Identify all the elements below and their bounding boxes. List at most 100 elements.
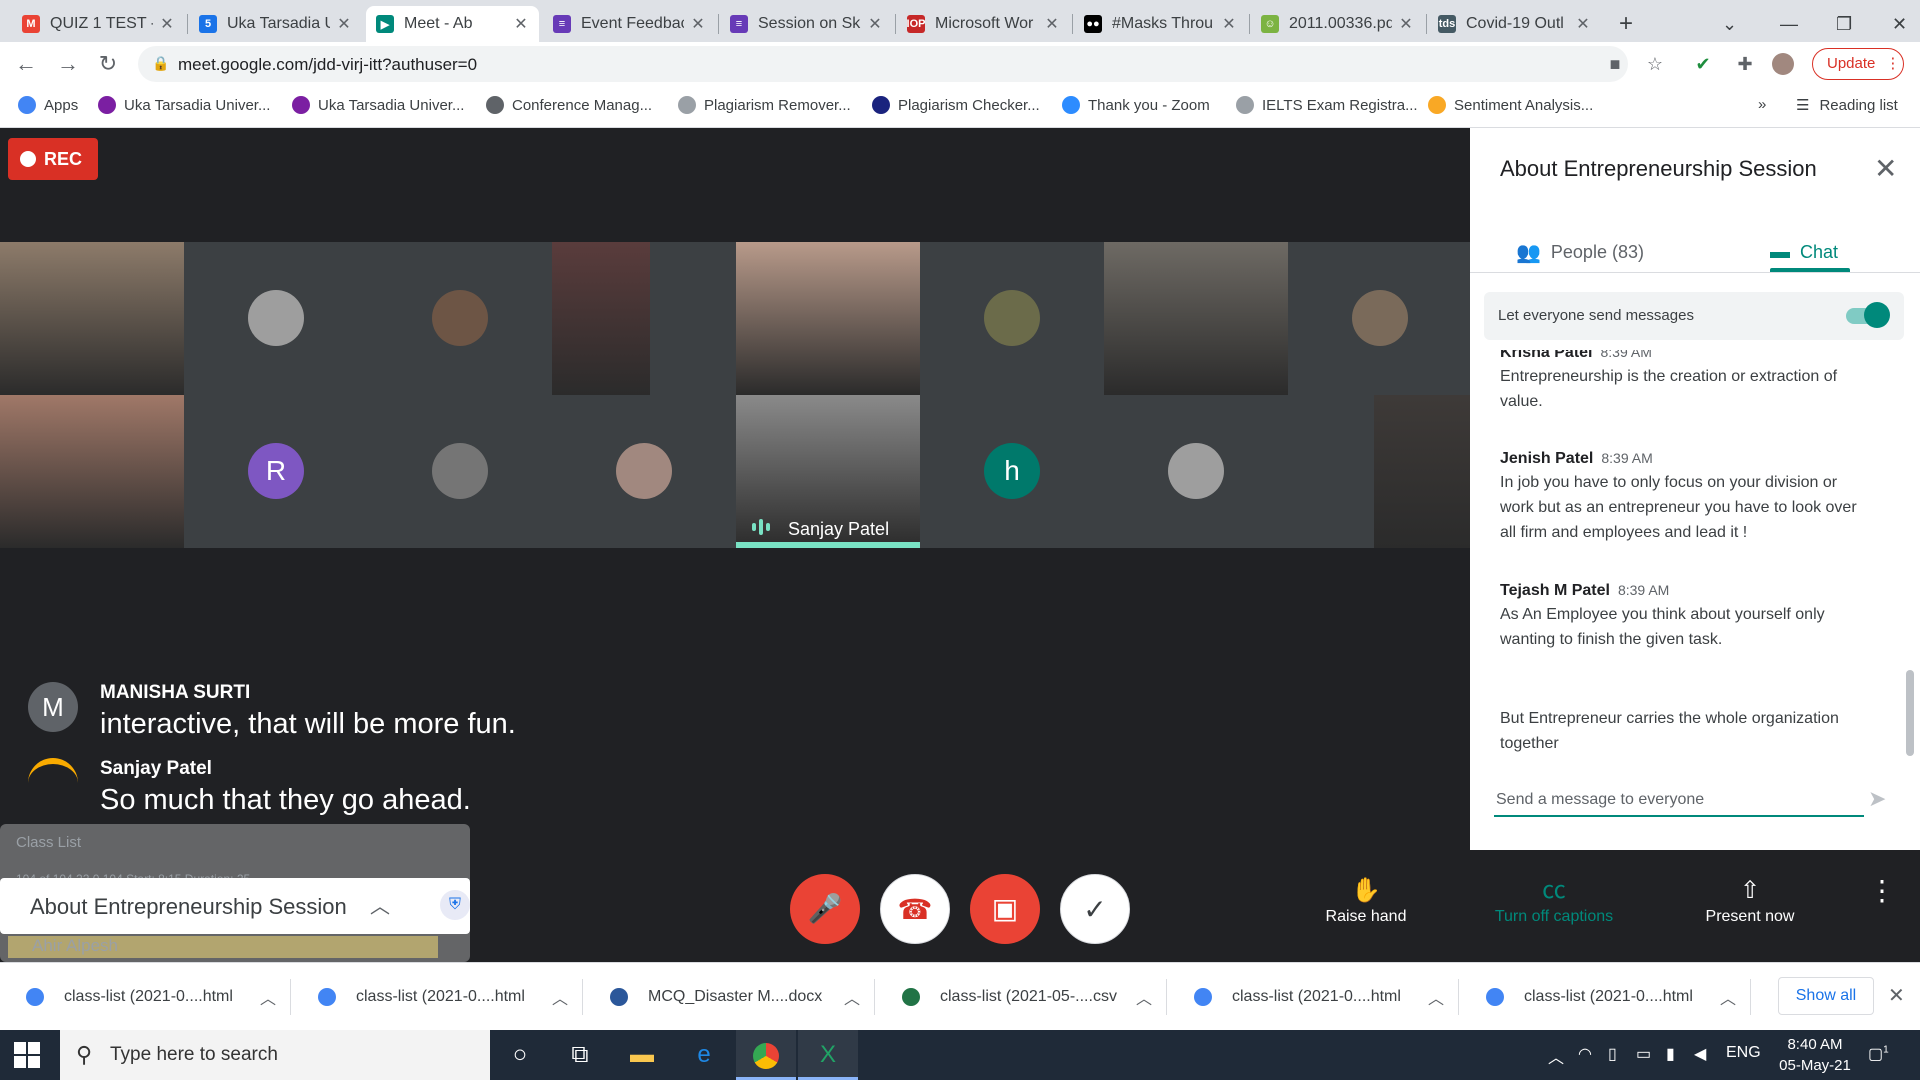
close-icon[interactable]: ✕ (690, 14, 706, 34)
bookmark-item[interactable]: Thank you - Zoom (1062, 96, 1210, 114)
chevron-up-icon[interactable]: ︿ (1720, 985, 1750, 1009)
participant-tile[interactable]: h (920, 395, 1104, 548)
close-icon[interactable]: ✕ (1575, 14, 1591, 34)
participant-tile[interactable] (0, 242, 184, 395)
chevron-up-icon[interactable]: ︿ (1428, 985, 1458, 1009)
browser-tab[interactable]: ≡ Event Feedbac ✕ (543, 6, 716, 42)
bookmark-item[interactable]: Uka Tarsadia Univer... (98, 96, 270, 114)
device-icon[interactable]: ▯ (1608, 1044, 1617, 1064)
shield-icon[interactable]: ⛨ (440, 890, 470, 920)
bookmark-item[interactable]: Uka Tarsadia Univer... (292, 96, 464, 114)
class-list-title[interactable]: Class List (16, 834, 81, 851)
close-icon[interactable]: ✕ (1888, 983, 1905, 1008)
show-all-button[interactable]: Show all (1778, 977, 1874, 1015)
close-icon[interactable]: ✕ (513, 14, 529, 34)
bookmark-item[interactable]: Plagiarism Remover... (678, 96, 851, 114)
participant-tile[interactable] (0, 395, 184, 548)
more-options-icon[interactable]: ⋮ (1800, 874, 1920, 907)
browser-tab[interactable]: IOP Microsoft Wor ✕ (897, 6, 1070, 42)
close-icon[interactable]: ✕ (1044, 14, 1060, 34)
browser-tab[interactable]: ≡ Session on Ski ✕ (720, 6, 893, 42)
extensions-puzzle-icon[interactable]: ✚ (1734, 53, 1756, 75)
bookmarks-overflow-icon[interactable]: » (1758, 96, 1766, 113)
participant-tile[interactable] (1288, 242, 1472, 395)
camera-off-button[interactable]: ▣ (970, 874, 1040, 944)
close-icon[interactable]: ✕ (1398, 14, 1414, 34)
chevron-up-icon[interactable]: ︿ (370, 890, 390, 919)
forward-icon[interactable]: → (54, 50, 82, 78)
chat-input[interactable]: Send a message to everyone (1494, 783, 1864, 817)
meeting-details-chip[interactable]: About Entrepreneurship Session ︿ ⛨ (0, 878, 470, 934)
update-button[interactable]: Update ⋮ (1812, 48, 1904, 80)
leave-call-button[interactable]: ☎ (880, 874, 950, 944)
participant-tile[interactable] (552, 242, 736, 395)
bookmark-star-icon[interactable]: ☆ (1644, 53, 1666, 75)
reload-icon[interactable]: ↻ (94, 50, 122, 78)
download-item[interactable]: class-list (2021-0....html ︿ (1460, 963, 1750, 1031)
participant-tile[interactable]: Sanjay Patel (736, 395, 920, 548)
browser-tab[interactable]: ☺ 2011.00336.pd ✕ (1251, 6, 1424, 42)
system-clock[interactable]: 8:40 AM 05-May-21 (1770, 1034, 1860, 1076)
participant-tile[interactable] (920, 242, 1104, 395)
download-item[interactable]: class-list (2021-0....html ︿ (292, 963, 582, 1031)
tab-search-icon[interactable]: ⌄ (1712, 6, 1747, 42)
file-explorer-icon[interactable]: ▬ (612, 1030, 672, 1080)
bookmark-item[interactable]: Apps (18, 96, 78, 114)
close-icon[interactable]: ✕ (159, 14, 175, 34)
excel-icon[interactable]: X (798, 1030, 858, 1080)
close-icon[interactable]: ✕ (1221, 14, 1237, 34)
back-icon[interactable]: ← (12, 50, 40, 78)
bookmark-item[interactable]: Plagiarism Checker... (872, 96, 1040, 114)
participant-tile[interactable]: R (184, 395, 368, 548)
task-view-icon[interactable]: ⧉ (550, 1030, 610, 1080)
tab-people[interactable]: 👥 People (83) (1516, 228, 1644, 276)
download-item[interactable]: class-list (2021-0....html ︿ (0, 963, 290, 1031)
window-close-icon[interactable]: ✕ (1882, 6, 1917, 42)
bookmark-item[interactable]: Conference Manag... (486, 96, 652, 114)
cortana-icon[interactable]: ○ (490, 1030, 550, 1080)
browser-tab[interactable]: tds Covid-19 Outl ✕ (1428, 6, 1601, 42)
raise-hand-button[interactable]: ✋ Raise hand (1286, 874, 1446, 926)
download-item[interactable]: class-list (2021-0....html ︿ (1168, 963, 1458, 1031)
download-item[interactable]: MCQ_Disaster M....docx ︿ (584, 963, 874, 1031)
close-icon[interactable]: ✕ (336, 14, 352, 34)
download-item[interactable]: class-list (2021-05-....csv ︿ (876, 963, 1166, 1031)
participant-tile[interactable] (1288, 395, 1472, 548)
battery-icon[interactable]: ▭ (1636, 1044, 1651, 1064)
chevron-up-icon[interactable]: ︿ (1548, 1044, 1564, 1068)
captions-button[interactable]: ㏄ Turn off captions (1474, 874, 1634, 926)
bookmark-item[interactable]: Sentiment Analysis... (1428, 96, 1593, 114)
chevron-up-icon[interactable]: ︿ (552, 985, 582, 1009)
mic-off-button[interactable]: 🎤 (790, 874, 860, 944)
network-icon[interactable]: ◠ (1578, 1044, 1592, 1064)
toggle-switch[interactable] (1864, 302, 1890, 328)
bookmark-item[interactable]: IELTS Exam Registra... (1236, 96, 1418, 114)
participant-tile[interactable] (736, 242, 920, 395)
close-icon[interactable]: ✕ (867, 14, 883, 34)
chevron-up-icon[interactable]: ︿ (1136, 985, 1166, 1009)
profile-avatar[interactable] (1772, 53, 1794, 75)
windows-start-icon[interactable] (14, 1042, 40, 1068)
participant-tile[interactable] (368, 242, 552, 395)
extension-check-button[interactable]: ✓ (1060, 874, 1130, 944)
participant-tile[interactable] (1104, 242, 1288, 395)
chevron-up-icon[interactable]: ︿ (260, 985, 290, 1009)
language-indicator[interactable]: ENG (1726, 1044, 1761, 1062)
notification-icon[interactable]: ▢1 (1868, 1044, 1889, 1064)
browser-tab[interactable]: M QUIZ 1 TEST - ✕ (12, 6, 185, 42)
browser-tab[interactable]: ▶ Meet - Ab ✕ (366, 6, 539, 42)
close-icon[interactable]: ✕ (1874, 152, 1897, 185)
scrollbar[interactable] (1906, 670, 1914, 756)
address-bar[interactable]: 🔒 meet.google.com/jdd-virj-itt?authuser=… (138, 46, 1628, 82)
chevron-up-icon[interactable]: ︿ (844, 985, 874, 1009)
browser-tab[interactable]: ●● #Masks Throu ✕ (1074, 6, 1247, 42)
camera-icon[interactable]: ■ (1604, 53, 1626, 75)
participant-tile[interactable] (1104, 395, 1288, 548)
chrome-icon[interactable] (736, 1030, 796, 1080)
new-tab-icon[interactable]: + (1609, 6, 1643, 42)
checkmark-extension-icon[interactable]: ✔ (1692, 53, 1714, 75)
minimize-icon[interactable]: — (1770, 6, 1808, 42)
maximize-icon[interactable]: ❐ (1826, 6, 1862, 42)
participant-tile[interactable] (552, 395, 736, 548)
taskbar-search[interactable]: ⚲ Type here to search (60, 1030, 490, 1080)
